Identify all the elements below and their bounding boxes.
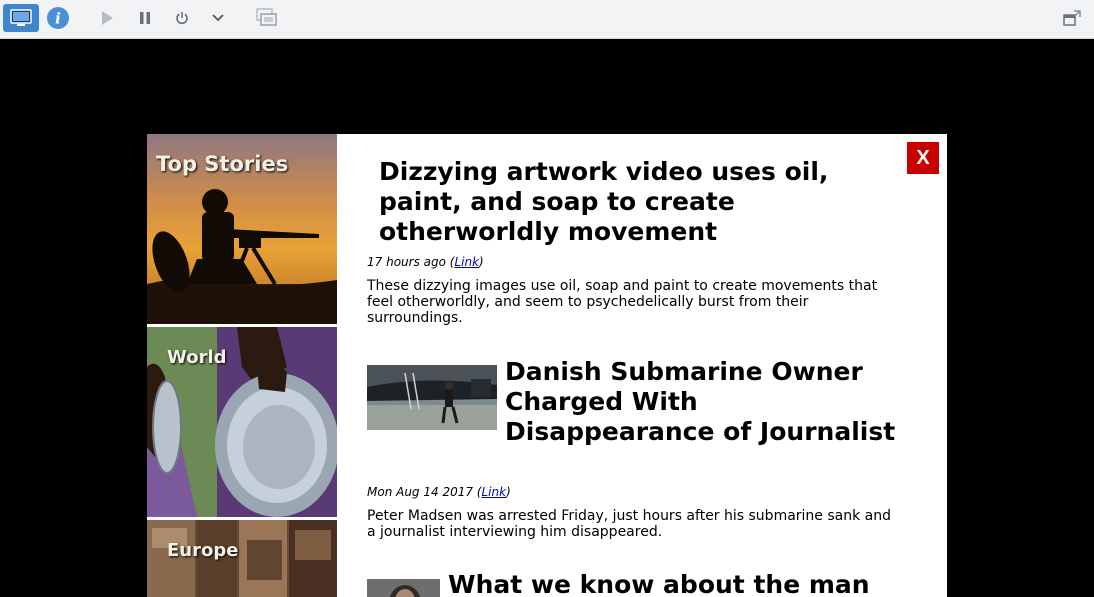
article-time: Mon Aug 14 2017 xyxy=(367,485,473,499)
vm-toolbar: i xyxy=(0,0,1094,39)
display-icon xyxy=(10,9,32,26)
restore-window-button[interactable] xyxy=(1059,4,1085,32)
article-link[interactable]: Link xyxy=(454,255,479,269)
article-summary: These dizzying images use oil, soap and … xyxy=(367,278,878,326)
play-icon xyxy=(102,11,113,25)
portrait-thumbnail-image xyxy=(367,579,440,597)
article-link[interactable]: Link xyxy=(481,485,506,499)
article-time: 17 hours ago xyxy=(367,255,446,269)
category-label: Top Stories xyxy=(156,152,289,176)
close-button[interactable]: X xyxy=(907,142,939,174)
svg-text:i: i xyxy=(55,10,61,28)
category-top-stories[interactable]: Top Stories xyxy=(147,134,337,324)
article-title[interactable]: What we know about the man xyxy=(448,570,903,597)
article-summary: Peter Madsen was arrested Friday, just h… xyxy=(367,508,892,540)
chevron-down-icon xyxy=(212,14,224,22)
pause-icon xyxy=(140,12,150,24)
article-title[interactable]: Dizzying artwork video uses oil, paint, … xyxy=(379,157,899,247)
article-meta: 17 hours ago (Link) xyxy=(367,255,484,269)
snapshot-button[interactable] xyxy=(254,4,280,32)
category-europe[interactable]: Europe xyxy=(147,520,337,597)
play-button[interactable] xyxy=(96,4,118,32)
info-button[interactable]: i xyxy=(44,4,72,32)
display-button[interactable] xyxy=(3,4,39,32)
snapshot-icon xyxy=(256,8,277,26)
category-world[interactable]: World xyxy=(147,327,337,517)
category-sidebar: Top Stories World Europe xyxy=(147,134,337,597)
category-label: World xyxy=(167,347,227,368)
article-list: Dizzying artwork video uses oil, paint, … xyxy=(367,134,907,597)
article-title[interactable]: Danish Submarine Owner Charged With Disa… xyxy=(505,357,900,447)
category-label: Europe xyxy=(167,540,239,561)
more-button[interactable] xyxy=(207,4,229,32)
article-thumbnail[interactable] xyxy=(367,579,440,597)
info-icon: i xyxy=(47,7,69,29)
power-button[interactable] xyxy=(171,4,193,32)
article-thumbnail[interactable] xyxy=(367,365,497,430)
news-panel: Top Stories World Europe X Dizzying artw… xyxy=(147,134,947,597)
restore-window-icon xyxy=(1063,10,1081,26)
pause-button[interactable] xyxy=(134,4,156,32)
article-meta: Mon Aug 14 2017 (Link) xyxy=(367,485,511,499)
power-icon xyxy=(176,12,188,25)
submarine-thumbnail-image xyxy=(367,365,497,430)
